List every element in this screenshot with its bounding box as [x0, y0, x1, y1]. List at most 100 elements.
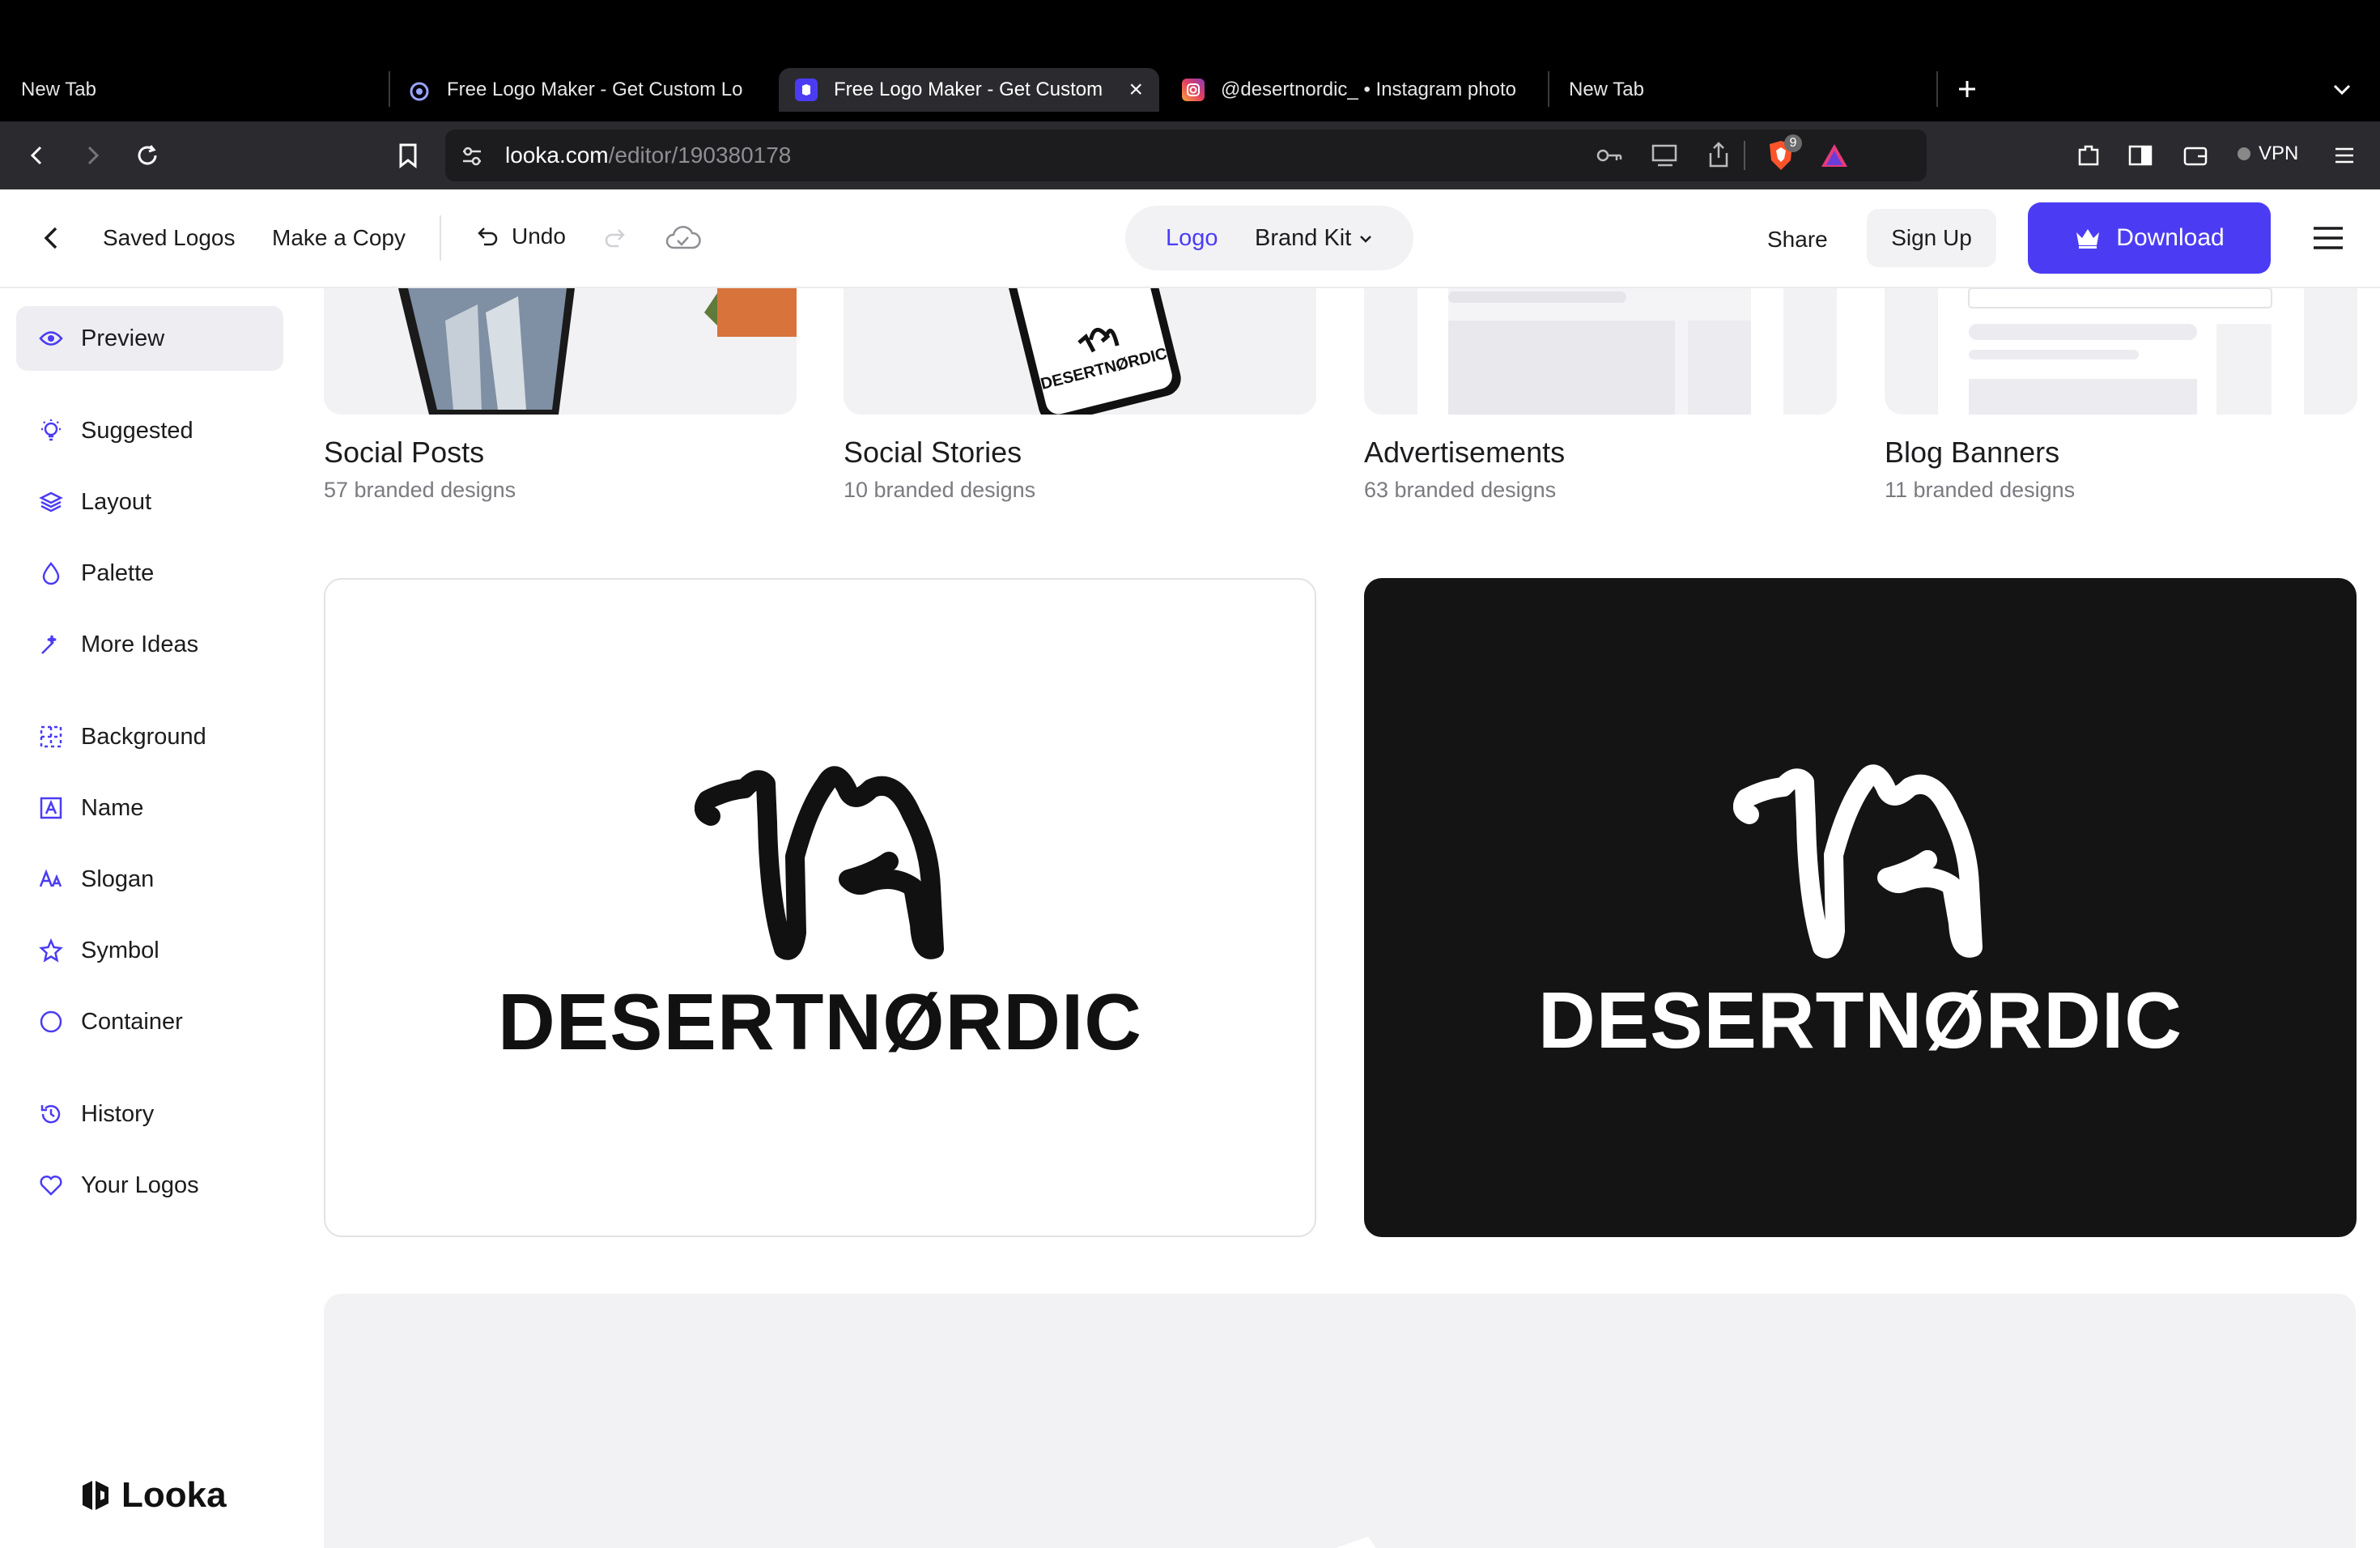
logo-preview-light[interactable]: DESERTNØRDIC	[324, 578, 1316, 1237]
tab-list-chevron-down-icon[interactable]	[2328, 76, 2356, 104]
advertisement-mockup-image	[1364, 288, 1837, 415]
brave-rewards-icon[interactable]	[1818, 141, 1851, 174]
sidebar-item-label: Slogan	[81, 865, 155, 892]
sidebar-item-label: Container	[81, 1008, 183, 1035]
url-field[interactable]: looka.com/editor/190380178 9	[445, 130, 1927, 181]
category-title[interactable]: Advertisements	[1364, 436, 1565, 470]
phone-story-image: DESERTNØRDIC	[844, 288, 1316, 415]
undo-button[interactable]: Undo	[474, 223, 566, 249]
url-text: looka.com/editor/190380178	[505, 142, 791, 168]
magic-wand-icon	[37, 631, 65, 658]
looka-brand-logo[interactable]: Looka	[78, 1475, 227, 1516]
social-stories-thumbnail[interactable]: DESERTNØRDIC	[844, 288, 1316, 415]
sidebar-item-label: Symbol	[81, 937, 159, 963]
history-icon	[37, 1100, 65, 1128]
blog-banner-mockup-image	[1885, 288, 2357, 415]
undo-label: Undo	[512, 223, 566, 249]
next-preview-image	[1336, 1537, 1376, 1548]
star-icon	[37, 937, 65, 964]
sidebar-item-label: Suggested	[81, 417, 193, 444]
tab-looka-active[interactable]: Free Logo Maker - Get Custom ×	[779, 68, 1159, 112]
browser-address-bar: looka.com/editor/190380178 9 VPN	[0, 121, 2380, 189]
download-button[interactable]: Download	[2028, 202, 2271, 274]
back-chevron-icon[interactable]	[36, 222, 68, 254]
cast-icon[interactable]	[1650, 142, 1681, 172]
category-title[interactable]: Social Posts	[324, 436, 484, 470]
crown-icon	[2076, 229, 2100, 249]
tab-label: New Tab	[1569, 79, 1644, 100]
logo-wordmark: DESERTNØRDIC	[1537, 976, 2183, 1065]
sidebar-item-more-ideas[interactable]: More Ideas	[16, 612, 283, 677]
blog-banners-thumbnail[interactable]	[1885, 288, 2357, 415]
category-title[interactable]: Social Stories	[844, 436, 1022, 470]
tab-looka-1[interactable]: Free Logo Maker - Get Custom Lo	[408, 68, 764, 112]
camel-logo-icon	[1733, 764, 1983, 959]
bookmark-icon[interactable]	[392, 139, 424, 172]
sidebar-item-preview[interactable]: Preview	[16, 306, 283, 371]
category-count: 11 branded designs	[1885, 478, 2076, 502]
shields-count-badge: 9	[1784, 134, 1802, 152]
tab-label: @desertnordic_ • Instagram photo	[1221, 79, 1516, 100]
font-size-icon	[37, 865, 65, 893]
sidebar-item-suggested[interactable]: Suggested	[16, 398, 283, 463]
next-preview-card[interactable]	[324, 1294, 2356, 1548]
reload-icon[interactable]	[131, 139, 164, 172]
saved-logos-link[interactable]: Saved Logos	[103, 225, 235, 251]
sidebar-item-label: Your Logos	[81, 1172, 199, 1198]
sidebar-item-symbol[interactable]: Symbol	[16, 918, 283, 983]
wallet-icon[interactable]	[2179, 139, 2212, 172]
new-tab-plus-icon[interactable]	[1951, 73, 1983, 105]
site-settings-icon[interactable]	[458, 142, 486, 170]
make-copy-link[interactable]: Make a Copy	[272, 225, 406, 251]
forward-arrow-icon[interactable]	[76, 139, 108, 172]
camel-logo-icon	[695, 766, 944, 960]
sidebar-item-history[interactable]: History	[16, 1082, 283, 1146]
social-posts-thumbnail[interactable]	[324, 288, 797, 415]
tab-instagram[interactable]: @desertnordic_ • Instagram photo	[1182, 68, 1538, 112]
url-host: looka.com	[505, 142, 609, 168]
sidebar-item-label: Preview	[81, 325, 165, 351]
advertisements-thumbnail[interactable]	[1364, 288, 1837, 415]
sidebar-item-label: History	[81, 1100, 155, 1127]
sidebar-item-layout[interactable]: Layout	[16, 470, 283, 534]
tab-new-tab-2[interactable]: New Tab	[1569, 68, 1925, 112]
extensions-puzzle-icon[interactable]	[2072, 139, 2105, 172]
vpn-button[interactable]: VPN	[2238, 142, 2298, 165]
vpn-label: VPN	[2259, 142, 2299, 164]
looka-logo-icon	[83, 1481, 108, 1510]
category-count: 63 branded designs	[1364, 478, 1557, 502]
tab-label: New Tab	[21, 79, 96, 100]
share-icon[interactable]	[1706, 141, 1731, 172]
sidebar-item-your-logos[interactable]: Your Logos	[16, 1153, 283, 1218]
sidebar-item-background[interactable]: Background	[16, 704, 283, 769]
logo-brandkit-toggle: Logo Brand Kit	[1125, 206, 1413, 270]
tab-logo[interactable]: Logo	[1166, 225, 1218, 252]
lightbulb-icon	[37, 417, 65, 444]
share-button[interactable]: Share	[1767, 227, 1828, 253]
sign-up-button[interactable]: Sign Up	[1867, 209, 1996, 267]
redo-icon[interactable]	[602, 225, 628, 255]
tab-new-tab-1[interactable]: New Tab	[21, 68, 377, 112]
tab-separator	[1548, 71, 1549, 107]
tab-brand-kit[interactable]: Brand Kit	[1255, 225, 1374, 252]
browser-menu-icon[interactable]	[2328, 139, 2361, 172]
browser-tab-strip: New Tab Free Logo Maker - Get Custom Lo …	[0, 0, 2380, 121]
close-icon[interactable]: ×	[1116, 76, 1159, 104]
logo-preview-dark[interactable]: DESERTNØRDIC	[1364, 578, 2357, 1237]
sidebar-item-name[interactable]: Name	[16, 776, 283, 840]
hamburger-menu-icon[interactable]	[2312, 223, 2344, 257]
text-box-icon	[37, 794, 65, 822]
sidebar-toggle-icon[interactable]	[2124, 139, 2157, 172]
back-arrow-icon[interactable]	[21, 139, 53, 172]
instagram-icon	[1182, 79, 1205, 101]
password-key-icon[interactable]	[1595, 142, 1624, 172]
sidebar-item-slogan[interactable]: Slogan	[16, 847, 283, 912]
sidebar-item-palette[interactable]: Palette	[16, 541, 283, 606]
brand-name: Looka	[121, 1475, 227, 1515]
heart-icon	[37, 1172, 65, 1199]
category-title[interactable]: Blog Banners	[1885, 436, 2059, 470]
cloud-saved-icon	[664, 223, 701, 257]
chevron-down-icon	[1360, 235, 1372, 243]
sidebar-item-label: Background	[81, 723, 206, 750]
sidebar-item-container[interactable]: Container	[16, 989, 283, 1054]
